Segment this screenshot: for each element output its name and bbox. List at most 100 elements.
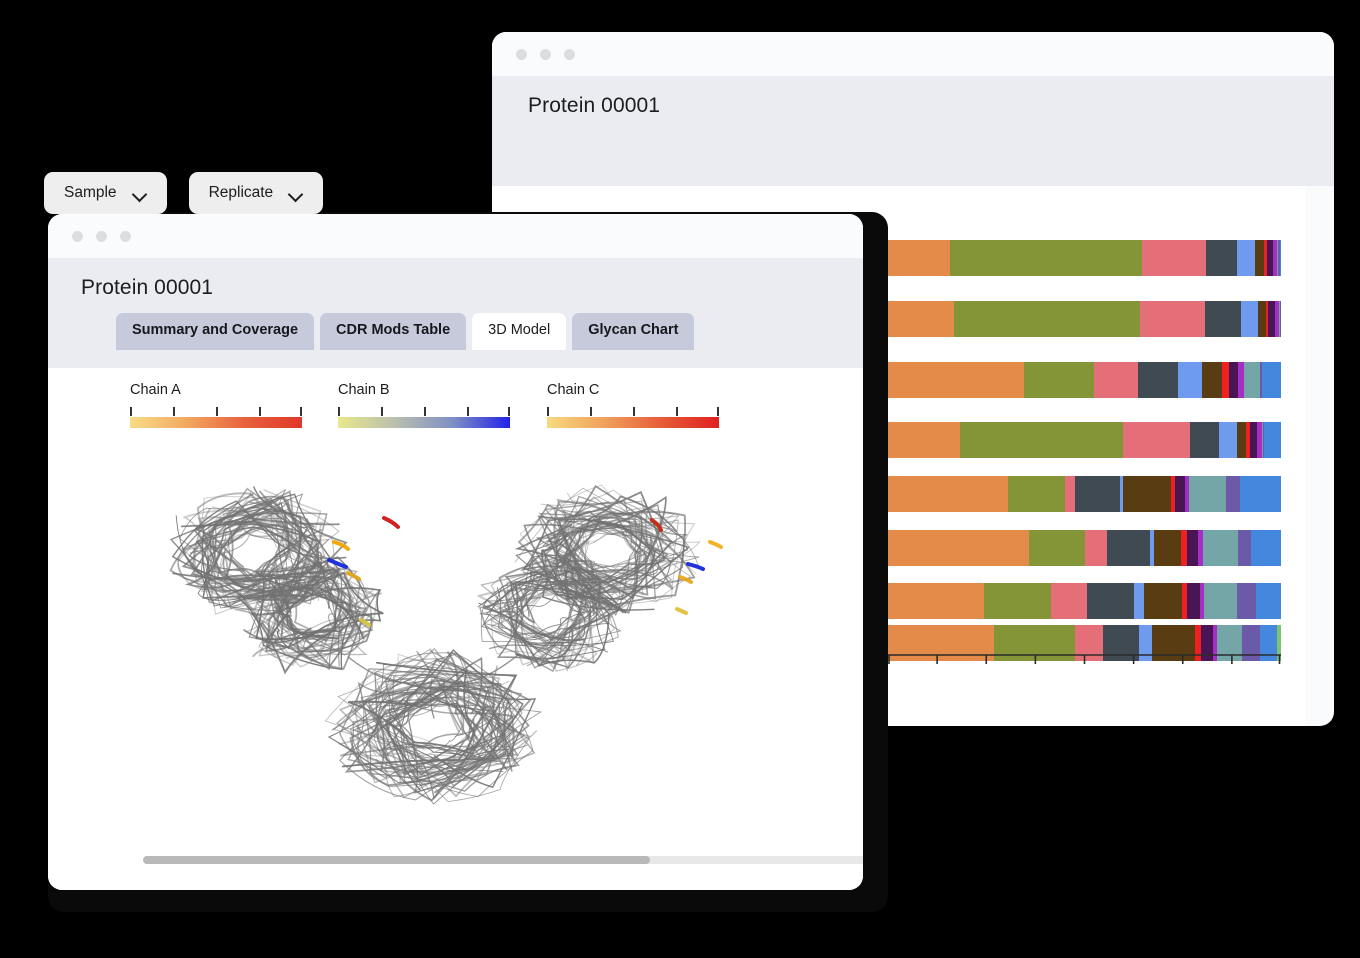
- back-window-titlebar: [492, 32, 1334, 76]
- zoom-dot[interactable]: [564, 48, 575, 60]
- close-dot[interactable]: [72, 230, 83, 242]
- glycan-segment[interactable]: [888, 530, 1030, 566]
- glycan-segment[interactable]: [1239, 476, 1281, 512]
- glycan-segment[interactable]: [1254, 240, 1264, 276]
- glycan-segment[interactable]: [1065, 476, 1075, 512]
- glycan-segment[interactable]: [888, 301, 955, 337]
- glycan-bar-row[interactable]: [888, 362, 1281, 398]
- zoom-dot[interactable]: [120, 230, 131, 242]
- glycan-segment[interactable]: [888, 583, 984, 619]
- glycan-filter-controls: Sample Replicate: [44, 172, 324, 214]
- model-viewer-window[interactable]: Protein 00001 Summary and Coverage CDR Mo…: [48, 214, 863, 890]
- replicate-dropdown[interactable]: Replicate: [188, 172, 324, 214]
- glycan-segment[interactable]: [888, 422, 960, 458]
- color-scale-tick: [259, 407, 261, 416]
- glycan-segment[interactable]: [888, 240, 951, 276]
- model-viewer-panel: Chain A Chain B Chain C: [48, 368, 863, 890]
- glycan-segment[interactable]: [1243, 362, 1260, 398]
- glycan-segment[interactable]: [950, 240, 1142, 276]
- glycan-segment[interactable]: [1236, 583, 1257, 619]
- color-scale: [547, 407, 719, 429]
- glycan-segment[interactable]: [983, 583, 1051, 619]
- model-window-tab-3d-model[interactable]: 3D Model: [472, 313, 567, 350]
- glycan-segment[interactable]: [1219, 422, 1238, 458]
- glycan-segment[interactable]: [1143, 583, 1183, 619]
- glycan-segment[interactable]: [1226, 476, 1240, 512]
- glycan-segment[interactable]: [1250, 530, 1281, 566]
- glycan-segment[interactable]: [888, 476, 1009, 512]
- glycan-segment[interactable]: [1023, 362, 1095, 398]
- glycan-bar-row[interactable]: [888, 476, 1281, 512]
- front-window-header: Protein 00001 Summary and Coverage CDR Mo…: [48, 258, 863, 368]
- glycan-segment[interactable]: [1268, 301, 1276, 337]
- glycan-segment[interactable]: [1187, 530, 1198, 566]
- sample-dropdown[interactable]: Sample: [44, 172, 167, 214]
- glycan-segment[interactable]: [1256, 583, 1281, 619]
- scrollbar-thumb[interactable]: [143, 856, 650, 864]
- glycan-segment[interactable]: [1137, 362, 1178, 398]
- glycan-bar-row[interactable]: [888, 530, 1281, 566]
- glycan-segment[interactable]: [1187, 583, 1200, 619]
- glycan-segment[interactable]: [1237, 530, 1251, 566]
- glycan-segment[interactable]: [954, 301, 1141, 337]
- color-scale-tick: [547, 407, 549, 416]
- glycan-segment[interactable]: [959, 422, 1123, 458]
- close-dot[interactable]: [516, 48, 527, 60]
- color-scale: [338, 407, 510, 429]
- horizontal-scrollbar[interactable]: [143, 856, 863, 864]
- glycan-segment[interactable]: [1237, 422, 1246, 458]
- minimize-dot[interactable]: [96, 230, 107, 242]
- glycan-segment[interactable]: [1141, 240, 1207, 276]
- glycan-segment[interactable]: [1140, 301, 1206, 337]
- antibody-ribbon-svg: [169, 484, 723, 805]
- glycan-segment[interactable]: [1106, 530, 1150, 566]
- glycan-segment[interactable]: [1279, 240, 1281, 276]
- minimize-dot[interactable]: [540, 48, 551, 60]
- glycan-bar-row[interactable]: [888, 301, 1281, 337]
- glycan-segment[interactable]: [1188, 476, 1227, 512]
- protein-3d-model[interactable]: [48, 442, 863, 822]
- glycan-segment[interactable]: [888, 362, 1024, 398]
- chain-color-legends: Chain A Chain B Chain C: [48, 368, 863, 428]
- glycan-segment[interactable]: [1174, 476, 1186, 512]
- glycan-segment[interactable]: [1202, 530, 1238, 566]
- chart-x-axis: [888, 654, 1281, 668]
- glycan-segment[interactable]: [1237, 240, 1255, 276]
- glycan-segment[interactable]: [1240, 301, 1259, 337]
- glycan-segment[interactable]: [1228, 362, 1239, 398]
- glycan-segment[interactable]: [1264, 422, 1281, 458]
- glycan-bar-row[interactable]: [888, 422, 1281, 458]
- glycan-bar-row[interactable]: [888, 583, 1281, 619]
- glycan-segment[interactable]: [1074, 476, 1120, 512]
- color-scale-tick: [173, 407, 175, 416]
- glycan-segment[interactable]: [1262, 362, 1281, 398]
- glycan-bar-row[interactable]: [888, 240, 1281, 276]
- glycan-segment[interactable]: [1202, 362, 1222, 398]
- model-window-tab-cdr-mods-table[interactable]: CDR Mods Table: [320, 313, 467, 350]
- glycan-segment[interactable]: [1008, 476, 1066, 512]
- glycan-segment[interactable]: [1205, 301, 1241, 337]
- glycan-segment[interactable]: [1029, 530, 1085, 566]
- glycan-segment[interactable]: [1122, 422, 1191, 458]
- glycan-segment[interactable]: [1084, 530, 1107, 566]
- chain-legend: Chain A: [130, 382, 305, 429]
- glycan-segment[interactable]: [1222, 362, 1229, 398]
- glycan-segment[interactable]: [1258, 301, 1266, 337]
- glycan-segment[interactable]: [1050, 583, 1088, 619]
- glycan-segment[interactable]: [1087, 583, 1134, 619]
- glycan-segment[interactable]: [1094, 362, 1138, 398]
- glycan-segment[interactable]: [1249, 422, 1257, 458]
- color-scale-tick: [676, 407, 678, 416]
- glycan-segment[interactable]: [1178, 362, 1203, 398]
- color-scale-ticks: [338, 407, 510, 416]
- model-window-tab-glycan-chart[interactable]: Glycan Chart: [572, 313, 695, 350]
- glycan-segment[interactable]: [1203, 583, 1237, 619]
- glycan-segment[interactable]: [1133, 583, 1144, 619]
- glycan-segment[interactable]: [1206, 240, 1238, 276]
- model-window-tab-summary-and-coverage[interactable]: Summary and Coverage: [116, 313, 315, 350]
- glycan-segment[interactable]: [1154, 530, 1181, 566]
- glycan-stacked-bar-chart: [888, 240, 1281, 665]
- page-title: Protein 00001: [81, 276, 214, 299]
- glycan-segment[interactable]: [1122, 476, 1171, 512]
- glycan-segment[interactable]: [1190, 422, 1220, 458]
